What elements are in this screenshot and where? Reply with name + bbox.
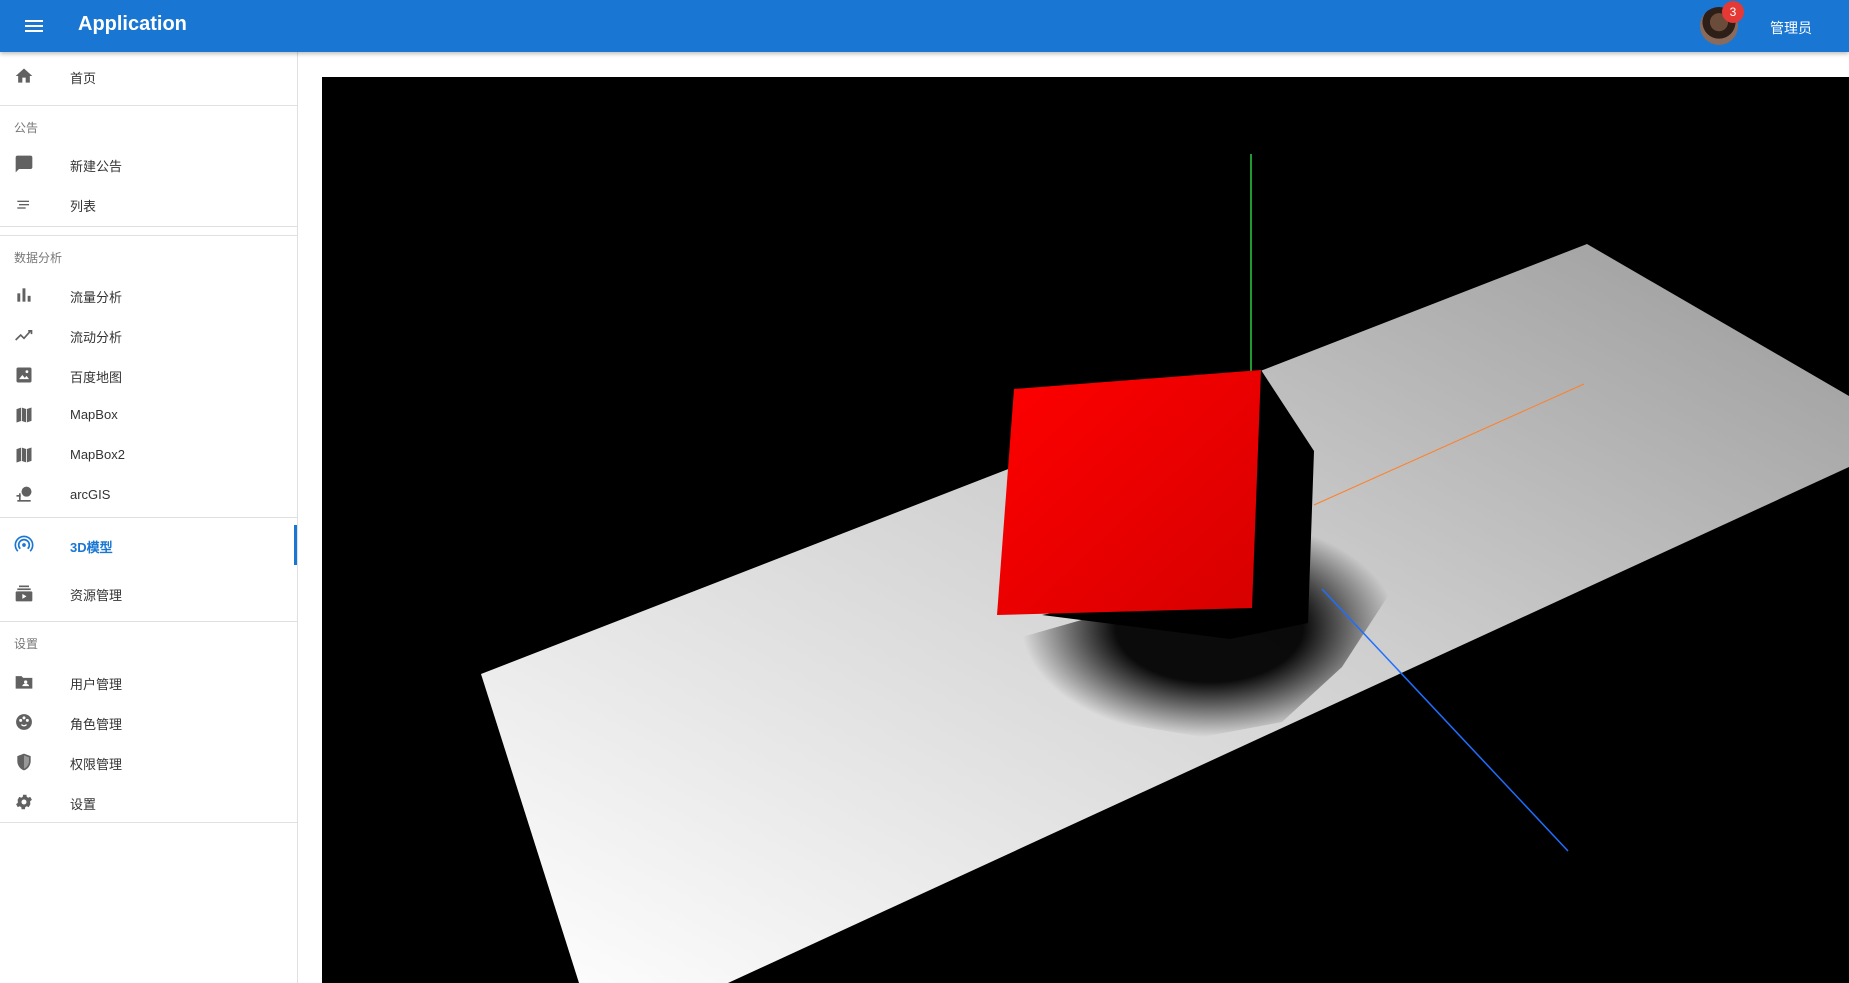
active-indicator bbox=[294, 525, 297, 565]
sidebar-item-permission-management[interactable]: 权限管理 bbox=[0, 742, 297, 782]
divider bbox=[0, 235, 297, 236]
sidebar-item-label: 设置 bbox=[70, 797, 97, 812]
section-header-announcements: 公告 bbox=[14, 121, 39, 135]
menu-button[interactable] bbox=[16, 8, 52, 44]
image-icon bbox=[16, 367, 32, 383]
radar-icon bbox=[14, 535, 34, 552]
role-palette-icon bbox=[16, 714, 32, 730]
shield-icon bbox=[17, 753, 31, 771]
user-folder-icon bbox=[15, 676, 33, 689]
divider bbox=[0, 226, 297, 227]
sidebar-item-resource-management[interactable]: 资源管理 bbox=[0, 573, 297, 613]
sidebar-item-new-announcement[interactable]: 新建公告 bbox=[0, 144, 297, 184]
message-icon bbox=[15, 155, 33, 173]
sidebar-item-role-management[interactable]: 角色管理 bbox=[0, 702, 297, 742]
3d-scene[interactable] bbox=[322, 77, 1849, 983]
sidebar-item-traffic-analysis[interactable]: 流量分析 bbox=[0, 275, 297, 315]
app-title: Application bbox=[78, 13, 187, 35]
sidebar-item-arcgis[interactable]: arcGIS bbox=[0, 475, 297, 515]
sidebar-item-label: 用户管理 bbox=[70, 677, 123, 692]
sidebar-item-label: arcGIS bbox=[70, 487, 111, 502]
sidebar-item-mapbox2[interactable]: MapBox2 bbox=[0, 435, 297, 475]
sidebar-item-label: 百度地图 bbox=[70, 370, 123, 385]
hamburger-menu-icon bbox=[25, 20, 43, 32]
sidebar-item-label: 流动分析 bbox=[70, 330, 123, 345]
section-header-settings: 设置 bbox=[14, 637, 39, 651]
sidebar-item-mapbox[interactable]: MapBox bbox=[0, 395, 297, 435]
sidebar-item-home[interactable]: 首页 bbox=[0, 56, 297, 96]
3d-model-viewport[interactable] bbox=[322, 77, 1849, 983]
divider bbox=[0, 621, 297, 622]
sidebar-item-label: 流量分析 bbox=[70, 290, 123, 305]
sidebar-item-settings[interactable]: 设置 bbox=[0, 782, 297, 822]
sidebar-item-3d-model[interactable]: 3D模型 bbox=[0, 525, 297, 565]
resource-stack-icon bbox=[15, 585, 33, 602]
cube-front-face bbox=[997, 370, 1261, 615]
sidebar-item-list[interactable]: 列表 bbox=[0, 184, 297, 224]
sidebar-item-label: 列表 bbox=[70, 199, 97, 214]
home-icon bbox=[15, 68, 33, 83]
sidebar-item-label: 新建公告 bbox=[70, 159, 123, 174]
sidebar-item-label: MapBox2 bbox=[70, 447, 125, 462]
sidebar: 首页 公告 新建公告 列表 数据分析 流量分析 流动分析 百度地图 MapBox… bbox=[0, 52, 298, 983]
sidebar-item-label: 资源管理 bbox=[70, 588, 123, 603]
divider bbox=[0, 822, 297, 823]
sidebar-item-flow-analysis[interactable]: 流动分析 bbox=[0, 315, 297, 355]
sidebar-item-baidu-map[interactable]: 百度地图 bbox=[0, 355, 297, 395]
trending-line-icon bbox=[15, 330, 33, 341]
sidebar-item-label: 角色管理 bbox=[70, 717, 123, 732]
divider bbox=[0, 517, 297, 518]
pin-globe-icon bbox=[16, 486, 32, 502]
user-name-button[interactable]: 管理员 bbox=[1770, 18, 1812, 38]
map-icon bbox=[16, 447, 32, 463]
sidebar-item-label: 首页 bbox=[70, 71, 97, 86]
sidebar-item-label: 权限管理 bbox=[70, 757, 123, 772]
notification-badge: 3 bbox=[1722, 1, 1744, 23]
section-header-data-analysis: 数据分析 bbox=[14, 251, 63, 265]
divider bbox=[0, 105, 297, 106]
app-bar: Application 3 管理员 bbox=[0, 0, 1849, 52]
sidebar-item-label: 3D模型 bbox=[70, 540, 113, 555]
notes-list-icon bbox=[17, 200, 29, 209]
sidebar-item-user-management[interactable]: 用户管理 bbox=[0, 662, 297, 702]
sidebar-item-label: MapBox bbox=[70, 407, 118, 422]
gear-icon bbox=[16, 794, 32, 810]
bar-chart-icon bbox=[17, 288, 31, 302]
map-icon bbox=[16, 407, 32, 423]
